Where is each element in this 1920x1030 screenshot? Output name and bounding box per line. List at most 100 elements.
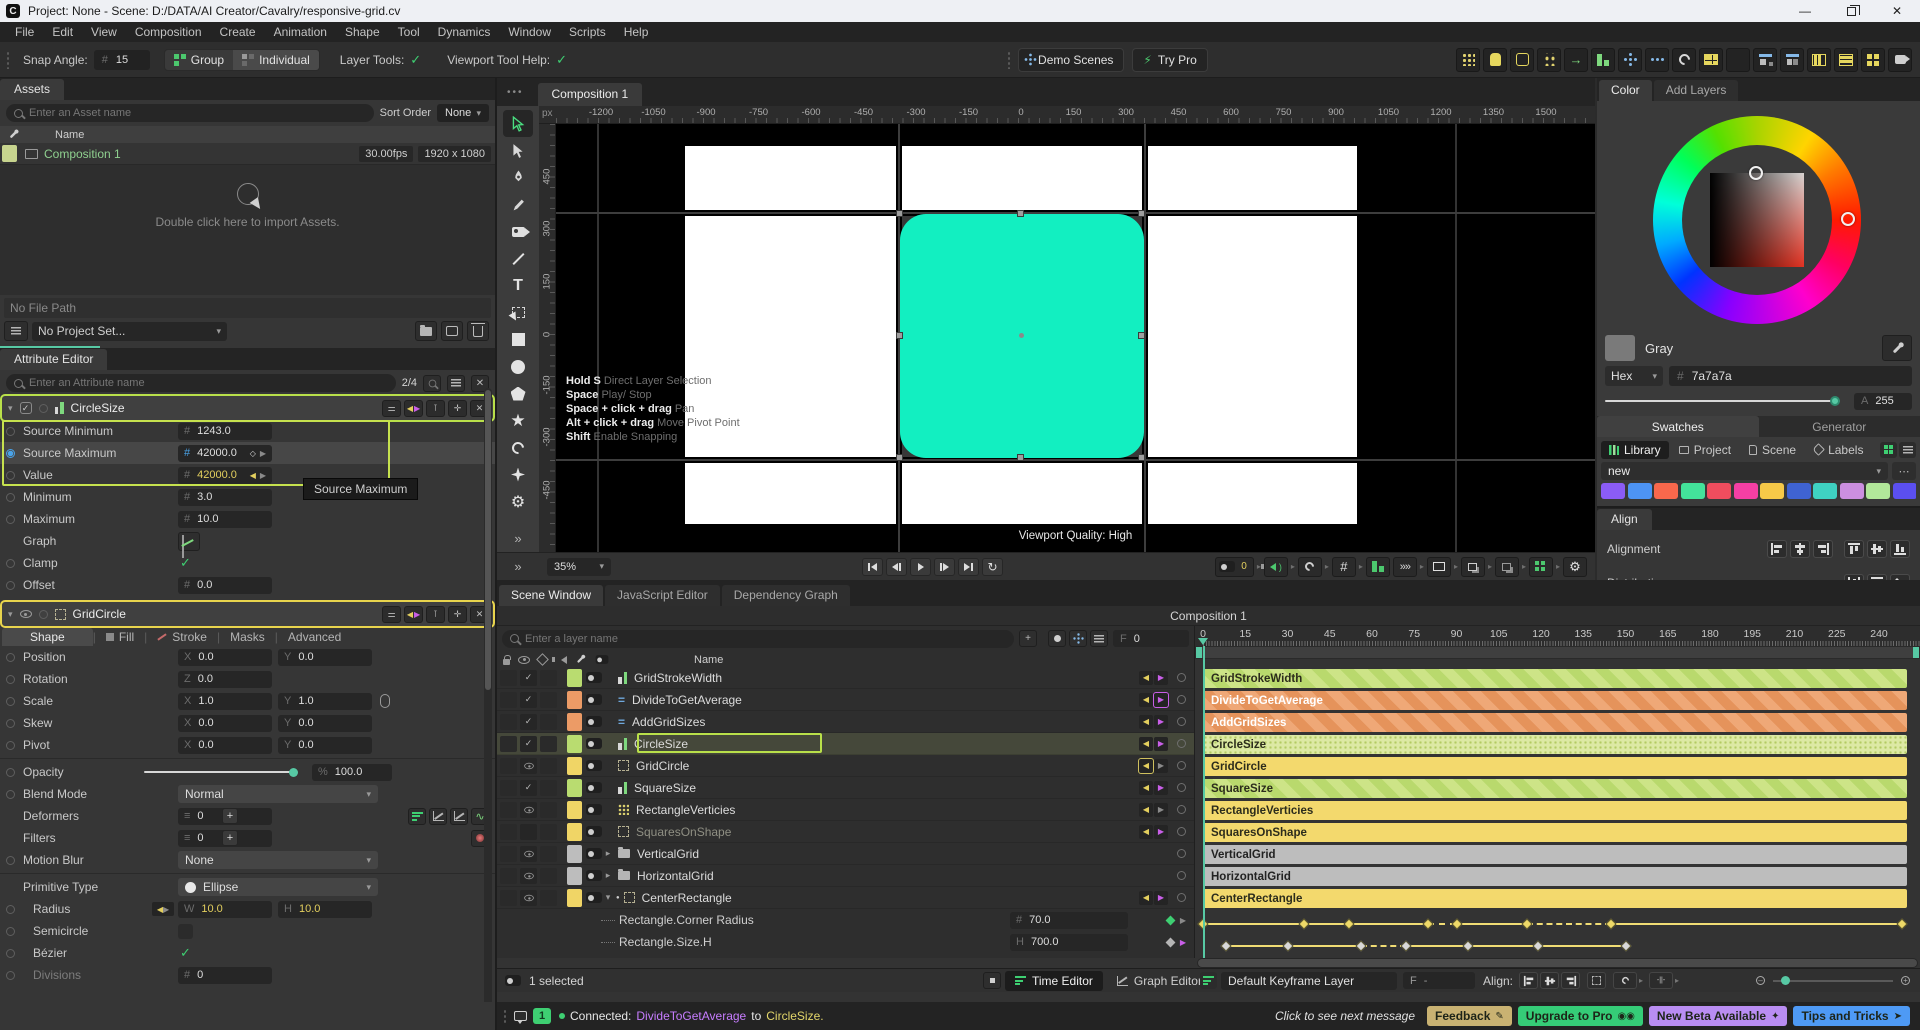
message-count-badge[interactable]: 1 [533,1008,551,1024]
arrow-purple-icon[interactable]: ▶ [1154,715,1168,729]
layer-color-swatch[interactable] [567,713,582,731]
radius-input-0[interactable]: W10.0 [178,901,272,918]
zoom-out-icon[interactable]: – [1756,976,1765,985]
arrow-right-gray-icon[interactable]: ▶ [260,471,266,480]
project-browser-icon[interactable] [4,321,28,341]
layer-name[interactable]: CircleSize [634,737,688,751]
ellipse-tool[interactable] [503,353,533,380]
layer-row-squaresonshape[interactable]: SquaresOnShape◀▶ [497,821,1194,843]
arrow-purple-boxed-icon[interactable]: ▶ [1154,693,1168,707]
timeline-bar-rectangleverticies[interactable]: RectangleVerticies [1203,801,1907,820]
toolbar-drag-handle-2[interactable] [1007,51,1012,69]
layer-row-addgridsizes[interactable]: ✓=AddGridSizes◀▶ [497,711,1194,733]
arrow-yellow-icon[interactable]: ◀ [1139,715,1153,729]
render-toggle-icon[interactable] [586,716,602,727]
arrow-purple-icon[interactable]: ▶ [1154,737,1168,751]
tab-stroke[interactable]: Stroke [147,628,217,646]
graph-box-icon[interactable] [429,808,447,825]
arrow-purple-icon[interactable]: ▶ [1154,891,1168,905]
keyframe-circle-icon[interactable] [1177,827,1186,836]
lock-toggle[interactable] [500,758,517,774]
layer-row-dividetogetaverage[interactable]: ✓=DivideToGetAverage◀▶ [497,689,1194,711]
lock-toggle[interactable] [500,736,517,752]
arrow-right-gray-icon[interactable]: ▶ [163,905,169,914]
range-end-handle[interactable] [1913,647,1919,658]
enabled-toggle[interactable] [520,824,537,840]
scale-input-0[interactable]: X1.0 [178,693,272,710]
extrude-icon[interactable] [1483,48,1507,72]
selection-handle[interactable] [1138,454,1145,461]
keyframe-icon[interactable] [1400,940,1411,951]
move-icon[interactable]: ✛ [448,400,467,417]
expand-tools-icon[interactable]: » [497,559,539,574]
menu-file[interactable]: File [6,25,43,39]
attribute-radio[interactable] [6,697,15,706]
selection-handle[interactable] [896,210,903,217]
settings-tool[interactable]: ⚙ [503,488,533,515]
graph-icon[interactable] [178,532,200,551]
swatch-8[interactable] [1813,483,1837,499]
menu-window[interactable]: Window [499,25,560,39]
collapse-icon[interactable]: ▾ [602,892,614,903]
rotation-input-0[interactable]: Z0.0 [178,671,272,688]
swatch-9[interactable] [1840,483,1864,499]
tab-scene-window[interactable]: Scene Window [499,585,603,606]
saturation-value-square[interactable] [1710,173,1804,267]
gridcircle-header[interactable]: ▾GridCircle⚌◀▶⊺✛✕ [2,602,493,626]
current-color-swatch[interactable] [1605,335,1635,361]
attribute-radio[interactable] [6,949,15,958]
alpha-input[interactable]: A 255 [1854,393,1912,410]
grid-icon[interactable]: # [1332,557,1356,577]
pin-icon[interactable]: ⊺ [426,606,445,623]
chevron-down-icon[interactable]: ▾ [8,609,13,620]
layer-color-swatch[interactable] [567,779,582,797]
footer-frame-input[interactable]: F - [1403,972,1475,989]
layer-color-swatch[interactable] [567,845,582,863]
layer-color-swatch[interactable] [567,735,582,753]
lock-toggle[interactable] [500,714,517,730]
align-left-button[interactable] [1519,972,1538,989]
visibility-toggle[interactable] [520,846,537,862]
keyframe-icon[interactable] [1423,918,1434,929]
align-right-button[interactable] [1813,540,1833,558]
tab-javascript-editor[interactable]: JavaScript Editor [605,585,720,606]
attribute-radio[interactable] [6,653,15,662]
attribute-radio[interactable] [6,427,15,436]
columns-icon[interactable] [1807,48,1831,72]
opacity-slider[interactable] [144,771,296,773]
swatch-10[interactable] [1866,483,1890,499]
tab-dependency-graph[interactable]: Dependency Graph [722,585,850,606]
keyframe-layer-icon[interactable] [1200,972,1217,989]
menu-composition[interactable]: Composition [126,25,211,39]
keyframe-icon[interactable] [1896,918,1907,929]
arrow-right-gray-icon[interactable]: ▶ [260,449,266,458]
attribute-radio[interactable] [6,856,15,865]
timeline-ruler[interactable]: 0153045607590105120135150165180195210225… [1195,626,1920,646]
layer-name[interactable]: RectangleVerticies [636,803,735,817]
next-message-hint[interactable]: Click to see next message [1275,1009,1415,1023]
zoom-slider-knob[interactable] [1781,976,1790,985]
timeline-bar-squaresonshape[interactable]: SquaresOnShape [1203,823,1907,842]
visibility-eye-icon[interactable] [20,610,32,618]
keyframe-icon[interactable] [1355,940,1366,951]
tab-fill[interactable]: Fill [96,628,144,646]
rectangle-tool[interactable] [503,326,533,353]
arc-icon[interactable] [1672,48,1696,72]
range-start-handle[interactable] [1196,647,1202,658]
pivot-input-1[interactable]: Y0.0 [278,737,372,754]
stagger-icon[interactable] [1591,48,1615,72]
grid-view-icon[interactable] [1880,442,1897,458]
header-radio[interactable] [39,404,48,413]
tab-assets[interactable]: Assets [0,79,64,100]
pin-icon[interactable]: ⊺ [426,400,445,417]
restore-icon[interactable] [1828,0,1874,22]
chip-new-beta-available[interactable]: New Beta Available✦ [1649,1006,1788,1026]
tab-color[interactable]: Color [1599,80,1652,101]
filter-settings-icon[interactable] [1090,630,1108,647]
layer-color-swatch[interactable] [567,801,582,819]
enabled-toggle[interactable]: ✓ [520,714,537,730]
arrow-yellow-icon[interactable]: ◀ [1139,693,1153,707]
lock-toggle[interactable] [500,802,517,818]
swatch-3[interactable] [1681,483,1705,499]
camera-toggle-icon[interactable] [505,975,521,986]
